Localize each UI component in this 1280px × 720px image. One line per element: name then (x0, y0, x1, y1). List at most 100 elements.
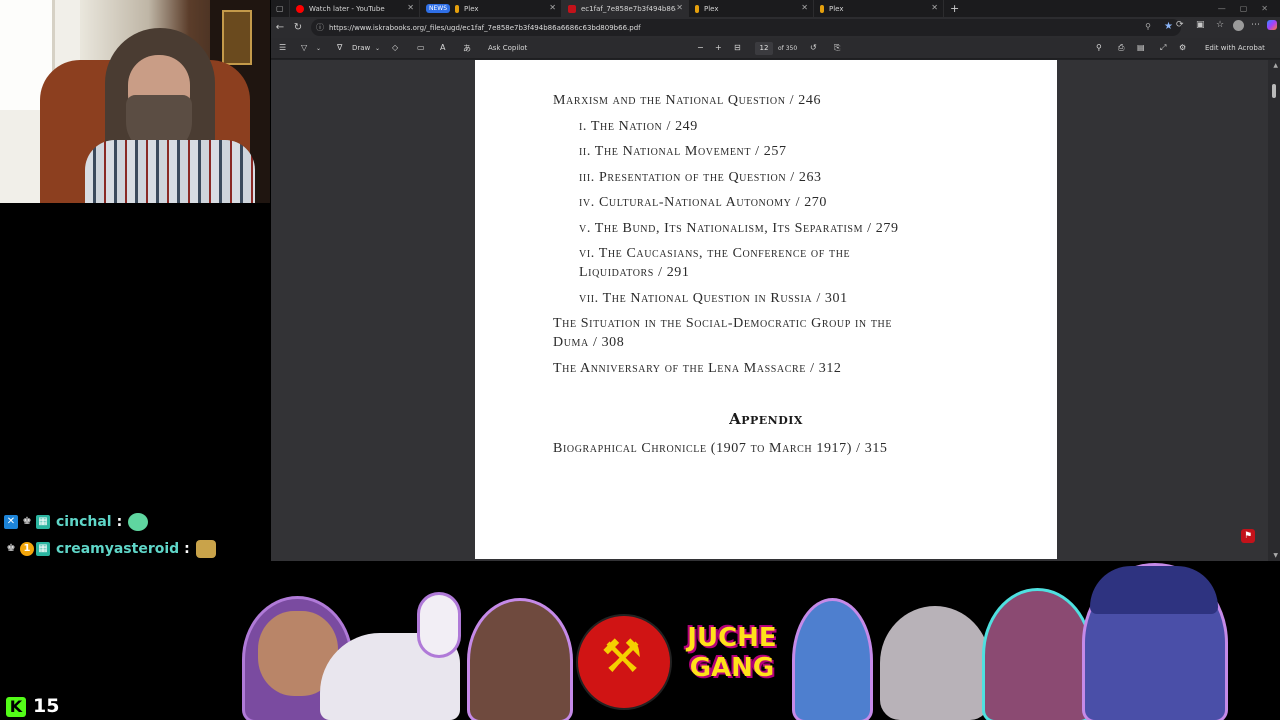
close-tab-icon[interactable]: ✕ (676, 3, 683, 12)
zoom-in-icon[interactable]: + (715, 43, 722, 52)
toc-entry-page: 315 (864, 441, 888, 456)
url-text: https://www.iskrabooks.org/_files/ugd/ec… (329, 23, 641, 32)
tab-label: Plex (464, 4, 479, 13)
close-tab-icon[interactable]: ✕ (931, 3, 938, 12)
toc-entry-title: Marxism and the National Question (553, 93, 786, 108)
stream-canvas: ✕ ♚ ▦ cinchal : ♚ 1 ▦ creamyasteroid : ▢… (0, 0, 1280, 720)
browser-window: ▢ Watch later - YouTube ✕ NEWS Plex ✕ ec… (271, 0, 1280, 561)
youtube-favicon-icon (296, 4, 304, 13)
juche-gang-logo: JUCHE GANG (684, 623, 780, 683)
toc-entry-title: iv. Cultural-National Autonomy (579, 195, 792, 210)
back-icon[interactable]: ← (271, 22, 289, 33)
toc-entry-title: The Anniversary of the Lena Massacre (553, 361, 807, 376)
search-icon[interactable]: ⚲ (1096, 43, 1102, 52)
new-tab-button[interactable]: + (944, 0, 964, 17)
appendix-heading: Appendix (729, 410, 803, 428)
emote-icon (128, 513, 149, 531)
toc-entry-page: 291 (666, 265, 690, 280)
chevron-down-icon[interactable]: ⌄ (375, 45, 380, 52)
portrait-2 (470, 601, 570, 720)
tab-plex-news[interactable]: NEWS Plex ✕ (420, 0, 562, 17)
rotate-icon[interactable]: ↺ (810, 43, 817, 52)
portrait-4 (985, 591, 1090, 720)
page-view-icon[interactable]: ⎘ (834, 43, 840, 53)
page-total: of 350 (778, 45, 798, 52)
plex-favicon-icon (820, 4, 824, 13)
profile-avatar[interactable] (1233, 20, 1244, 31)
draw-icon[interactable]: ∇ (337, 43, 342, 52)
minimize-icon[interactable]: — (1218, 4, 1226, 13)
tab-label: Plex (704, 4, 719, 13)
close-tab-icon[interactable]: ✕ (801, 3, 808, 12)
tab-plex[interactable]: Plex ✕ (689, 0, 814, 17)
gift-badge-icon: 1 (20, 542, 34, 556)
webcam-feed (0, 0, 270, 203)
favorites-icon[interactable]: ☆ (1216, 20, 1224, 30)
acrobat-icon[interactable]: ⚑ (1241, 529, 1255, 543)
contents-icon[interactable]: ☰ (279, 43, 286, 52)
toc-entry-page: 249 (675, 119, 698, 134)
edit-with-acrobat-button[interactable]: Edit with Acrobat (1205, 44, 1265, 52)
highlight-icon[interactable]: ▽ (301, 43, 307, 52)
toc-entry-title: ii. The National Movement (579, 144, 752, 159)
toc-entry: The Anniversary of the Lena Massacre / 3… (553, 361, 842, 376)
goose-head (420, 595, 458, 655)
close-window-icon[interactable]: ✕ (1261, 4, 1268, 13)
tab-youtube[interactable]: Watch later - YouTube ✕ (290, 0, 420, 17)
chat-colon: : (184, 541, 190, 557)
chevron-down-icon[interactable]: ⌄ (316, 45, 321, 52)
close-tab-icon[interactable]: ✕ (407, 3, 414, 12)
more-menu-icon[interactable]: ⋯ (1251, 20, 1260, 30)
scroll-up-icon[interactable]: ▲ (1273, 62, 1278, 69)
scroll-thumb[interactable] (1272, 84, 1276, 98)
expand-icon[interactable]: ⤢ (1160, 43, 1166, 53)
toc-entry-page: 301 (824, 291, 848, 306)
page-number-input[interactable]: 12 (755, 42, 773, 55)
verified-badge-icon: ✕ (4, 515, 18, 529)
eraser-icon[interactable]: ◇ (392, 43, 398, 52)
split-screen-icon[interactable]: ▣ (1196, 20, 1205, 30)
portrait-3 (795, 601, 870, 720)
translate-icon[interactable]: あ (463, 43, 471, 54)
tab-plex[interactable]: Plex ✕ (814, 0, 944, 17)
save-icon[interactable]: ▤ (1137, 43, 1145, 52)
favorite-star-icon[interactable]: ★ (1164, 21, 1173, 32)
read-aloud-icon[interactable]: A (440, 43, 445, 52)
text-box-icon[interactable]: ▭ (417, 43, 425, 52)
maximize-icon[interactable]: ▢ (1240, 4, 1248, 13)
close-tab-icon[interactable]: ✕ (549, 3, 556, 12)
news-badge: NEWS (426, 4, 451, 13)
toc-entry-page: 312 (818, 361, 842, 376)
extensions-icon[interactable]: ⟳ (1176, 20, 1184, 30)
reload-icon[interactable]: ↻ (289, 22, 307, 33)
toc-entry-title: vii. The National Question in Russia (579, 291, 813, 306)
site-info-icon[interactable]: ⓘ (316, 22, 324, 33)
toc-entry-title: Duma (553, 335, 589, 350)
subscriber-badge-icon: ▦ (36, 542, 50, 556)
chat-colon: : (116, 514, 123, 530)
toc-entry: i. The Nation / 249 (579, 119, 698, 134)
ask-copilot-button[interactable]: Ask Copilot (488, 44, 527, 52)
pdf-favicon-icon (568, 4, 576, 13)
toc-entry-title: iii. Presentation of the Question (579, 170, 787, 185)
scrollbar[interactable]: ▼ ▲ (1268, 60, 1280, 561)
toc-entry-title: vi. The Caucasians, the Conference of th… (579, 246, 851, 261)
tab-pdf[interactable]: ec1faf_7e858e7b3f494b86a6686 ✕ (562, 0, 689, 17)
zoom-out-icon[interactable]: − (697, 43, 704, 52)
draw-label[interactable]: Draw (352, 44, 370, 52)
url-field[interactable]: ⓘ https://www.iskrabooks.org/_files/ugd/… (311, 19, 1181, 36)
fit-page-icon[interactable]: ⊟ (734, 43, 741, 52)
scroll-down-icon[interactable]: ▼ (1273, 552, 1278, 559)
settings-gear-icon[interactable]: ⚙ (1179, 43, 1186, 52)
toc-entry: Liquidators / 291 (579, 265, 690, 280)
print-icon[interactable]: ⎙ (1118, 43, 1124, 53)
chat-username[interactable]: cinchal (56, 514, 112, 530)
tab-actions-button[interactable]: ▢ (271, 0, 290, 17)
toc-entry: Biographical Chronicle (1907 to March 19… (553, 441, 888, 456)
toc-entry: Marxism and the National Question / 246 (553, 93, 822, 108)
logo-line-1: JUCHE (687, 623, 777, 653)
zoom-icon[interactable]: ⚲ (1145, 22, 1151, 31)
copilot-icon[interactable] (1267, 20, 1277, 30)
chat-message: ♚ 1 ▦ creamyasteroid : (4, 539, 216, 559)
chat-username[interactable]: creamyasteroid (56, 541, 179, 557)
